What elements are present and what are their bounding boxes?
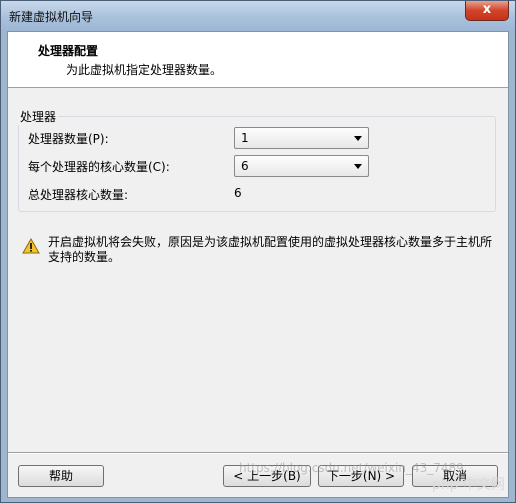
close-icon: x [482,2,492,17]
cores-per-processor-label: 每个处理器的核心数量(C): [28,160,170,174]
page-subtitle: 为此虚拟机指定处理器数量。 [66,63,223,77]
warning-icon [22,238,40,254]
dialog-body: 处理器配置 为此虚拟机指定处理器数量。 处理器 处理器数量(P): 1 每个处理… [7,31,509,498]
processor-count-select[interactable]: 1 [234,127,369,149]
wizard-header: 处理器配置 为此虚拟机指定处理器数量。 [8,32,508,88]
cores-per-processor-select[interactable]: 6 [234,155,369,177]
footer-divider [8,452,508,454]
wizard-window: 新建虚拟机向导 x 处理器配置 为此虚拟机指定处理器数量。 处理器 处理器数量(… [0,0,516,503]
processor-group-label: 处理器 [18,108,59,125]
site-logo: php 中文网 [431,477,505,493]
cores-per-processor-value: 6 [241,159,249,173]
help-button[interactable]: 帮助 [18,465,104,487]
title-bar[interactable]: 新建虚拟机向导 x [1,1,515,31]
close-button[interactable]: x [465,1,509,21]
total-cores-label: 总处理器核心数量: [28,188,129,202]
chevron-down-icon [354,164,362,169]
page-title: 处理器配置 [38,44,99,58]
warning-message: 开启虚拟机将会失败，原因是为该虚拟机配置使用的虚拟处理器核心数量多于主机所支持的… [48,235,493,264]
total-cores-value: 6 [234,186,242,200]
watermark-text: https://blog.csdn.net/weixin_43_7489 [239,461,464,475]
processor-count-value: 1 [241,131,249,145]
processor-count-label: 处理器数量(P): [28,132,109,146]
window-title: 新建虚拟机向导 [9,10,94,24]
chevron-down-icon [354,136,362,141]
